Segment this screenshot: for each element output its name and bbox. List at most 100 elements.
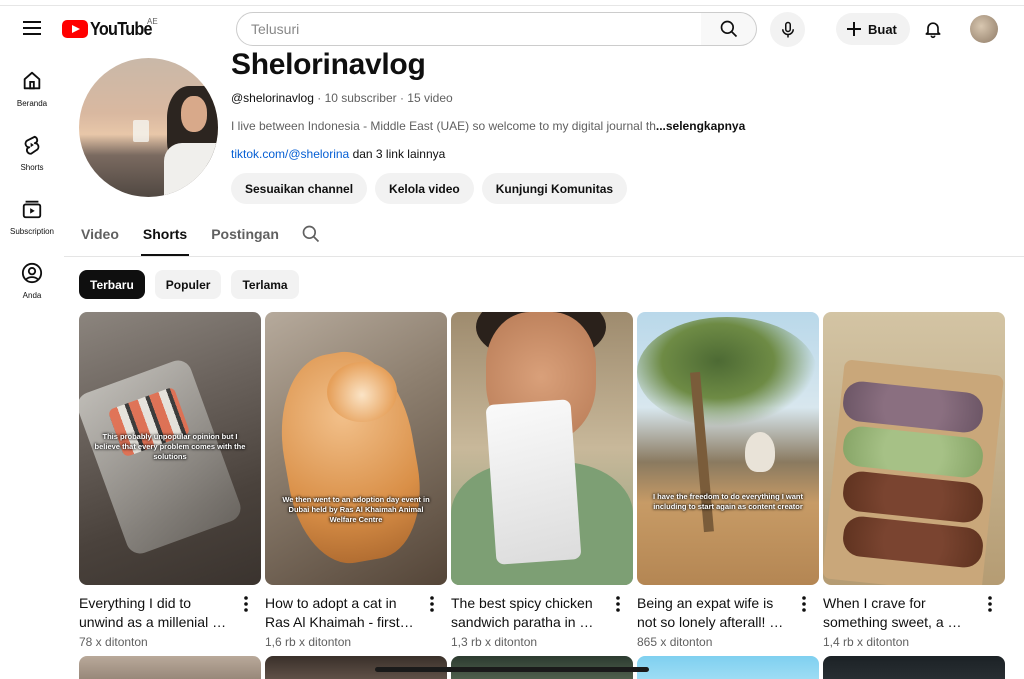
youtube-play-icon: [62, 20, 88, 38]
tab-shorts[interactable]: Shorts: [140, 217, 190, 256]
short-info: Being an expat wife is not so lonely aft…: [637, 585, 819, 649]
short-card[interactable]: I have the freedom to do everything I wa…: [637, 312, 819, 649]
menu-button[interactable]: [18, 14, 46, 42]
guide-label-shorts: Shorts: [20, 163, 44, 172]
short-thumbnail[interactable]: [823, 312, 1005, 585]
guide-label-home: Beranda: [16, 99, 48, 108]
short-card[interactable]: We then went to an adoption day event in…: [265, 312, 447, 649]
more-actions-button[interactable]: [983, 595, 997, 613]
short-views: 1,6 rb x ditonton: [265, 635, 352, 649]
menu-icon: [23, 21, 41, 35]
short-card[interactable]: This probably unpopular opinion but I be…: [79, 312, 261, 649]
short-title[interactable]: How to adopt a cat in Ras Al Khaimah - f…: [265, 594, 415, 632]
short-views: 1,3 rb x ditonton: [451, 635, 538, 649]
guide-label-you: Anda: [22, 291, 42, 300]
video-count: 15 video: [407, 91, 453, 105]
more-link[interactable]: ...selengkapnya: [656, 119, 745, 133]
shorts-icon: [24, 135, 40, 155]
more-links[interactable]: dan 3 link lainnya: [349, 147, 446, 161]
youtube-logo[interactable]: YouTube: [62, 17, 159, 41]
more-actions-button[interactable]: [239, 595, 253, 613]
guide-item-you[interactable]: Anda: [0, 252, 64, 316]
country-code: AE: [147, 17, 158, 26]
kebab-icon: [244, 596, 248, 612]
short-views: 78 x ditonton: [79, 635, 148, 649]
tab-video[interactable]: Video: [79, 217, 121, 256]
chip-popular[interactable]: Populer: [154, 270, 222, 299]
tiktok-link[interactable]: tiktok.com/@shelorina: [231, 147, 349, 161]
shorts-grid: This probably unpopular opinion but I be…: [79, 312, 1005, 649]
tabs-divider: [64, 256, 1024, 257]
search-icon: [720, 20, 737, 38]
short-thumbnail[interactable]: I have the freedom to do everything I wa…: [637, 312, 819, 585]
kebab-icon: [616, 596, 620, 612]
home-icon: [23, 71, 41, 90]
short-thumbnail[interactable]: This probably unpopular opinion but I be…: [79, 312, 261, 585]
more-actions-button[interactable]: [425, 595, 439, 613]
channel-actions: Sesuaikan channel Kelola video Kunjungi …: [231, 173, 628, 204]
bell-icon: [925, 22, 941, 39]
visit-community-button[interactable]: Kunjungi Komunitas: [481, 173, 628, 204]
more-actions-button[interactable]: [611, 595, 625, 613]
short-title[interactable]: The best spicy chicken sandwich paratha …: [451, 594, 601, 632]
short-thumbnail[interactable]: We then went to an adoption day event in…: [265, 312, 447, 585]
thumb-art: [637, 317, 817, 427]
short-thumbnail[interactable]: [451, 312, 633, 585]
tab-search-button[interactable]: [301, 217, 321, 249]
search-box[interactable]: [236, 12, 702, 46]
more-actions-button[interactable]: [797, 595, 811, 613]
subscriber-count: 10 subscriber: [324, 91, 397, 105]
create-button[interactable]: Buat: [836, 13, 910, 45]
short-info: How to adopt a cat in Ras Al Khaimah - f…: [265, 585, 447, 649]
customize-channel-button[interactable]: Sesuaikan channel: [231, 173, 368, 204]
search-button[interactable]: [701, 12, 757, 46]
search-icon: [302, 225, 319, 243]
guide-item-shorts[interactable]: Shorts: [0, 124, 64, 188]
masthead: YouTube AE Buat: [0, 6, 1024, 52]
short-title[interactable]: Being an expat wife is not so lonely aft…: [637, 594, 787, 632]
short-thumbnail[interactable]: [823, 656, 1005, 679]
short-views: 865 x ditonton: [637, 635, 713, 649]
short-thumbnail[interactable]: [637, 656, 819, 679]
channel-description[interactable]: I live between Indonesia - Middle East (…: [231, 119, 771, 133]
thumbnail-caption: I have the freedom to do everything I wa…: [652, 492, 804, 512]
thumbnail-caption: This probably unpopular opinion but I be…: [94, 432, 246, 462]
guide-label-subscriptions: Subscription: [9, 227, 55, 236]
channel-tabs: Video Shorts Postingan: [79, 217, 321, 256]
guide-item-subscriptions[interactable]: Subscription: [0, 188, 64, 252]
avatar-shirt: [164, 143, 218, 197]
channel-links: tiktok.com/@shelorina dan 3 link lainnya: [231, 147, 445, 161]
chip-latest[interactable]: Terbaru: [79, 270, 145, 299]
chip-oldest[interactable]: Terlama: [231, 270, 299, 299]
you-icon: [21, 262, 43, 284]
meta-separator: ·: [313, 91, 325, 105]
short-title[interactable]: Everything I did to unwind as a millenia…: [79, 594, 229, 632]
short-thumbnail[interactable]: [79, 656, 261, 679]
voice-search-button[interactable]: [770, 12, 805, 47]
short-title[interactable]: When I crave for something sweet, a …: [823, 594, 973, 632]
tab-posts[interactable]: Postingan: [209, 217, 281, 256]
short-card[interactable]: The best spicy chicken sandwich paratha …: [451, 312, 633, 649]
sort-chips: Terbaru Populer Terlama: [79, 270, 299, 299]
channel-meta: @shelorinavlog · 10 subscriber · 15 vide…: [231, 91, 453, 105]
kebab-icon: [430, 596, 434, 612]
thumbnail-caption: We then went to an adoption day event in…: [282, 495, 430, 525]
search-input[interactable]: [251, 21, 687, 37]
notifications-button[interactable]: [918, 14, 948, 44]
create-label: Buat: [868, 21, 897, 37]
avatar-glass: [133, 120, 149, 142]
guide-item-home[interactable]: Beranda: [0, 60, 64, 124]
subscriptions-icon: [22, 200, 42, 219]
thumb-art: [745, 432, 775, 472]
kebab-icon: [802, 596, 806, 612]
thumb-art: [485, 399, 582, 565]
home-indicator[interactable]: [375, 667, 649, 672]
mic-icon: [781, 21, 794, 37]
manage-videos-button[interactable]: Kelola video: [375, 173, 474, 204]
short-card[interactable]: When I crave for something sweet, a … 1,…: [823, 312, 1005, 649]
short-info: The best spicy chicken sandwich paratha …: [451, 585, 633, 649]
account-avatar[interactable]: [970, 15, 998, 43]
avatar-face: [181, 96, 207, 132]
channel-avatar[interactable]: [79, 58, 218, 197]
short-info: When I crave for something sweet, a … 1,…: [823, 585, 1005, 649]
